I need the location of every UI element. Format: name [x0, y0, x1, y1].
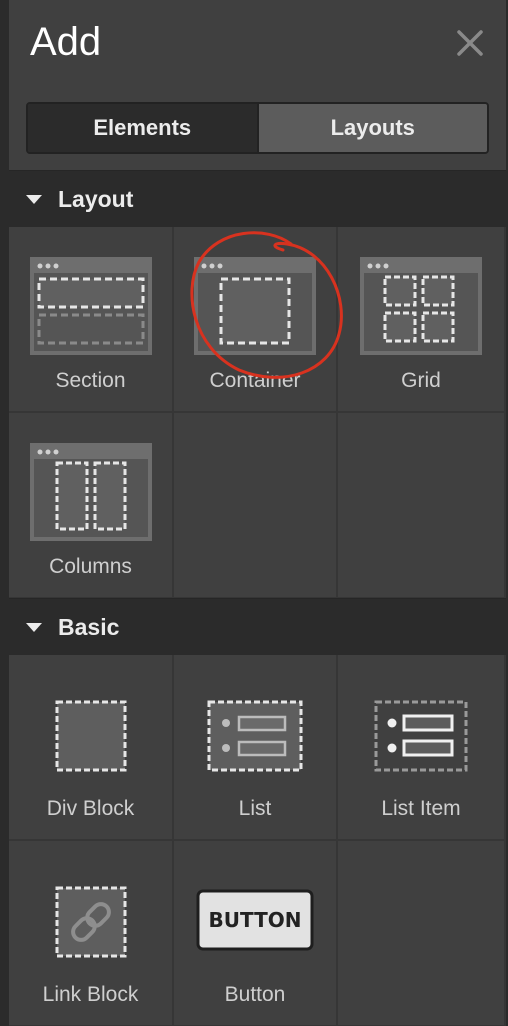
- section-title: Layout: [58, 185, 134, 212]
- close-icon[interactable]: [453, 26, 487, 60]
- list-icon: [206, 699, 304, 778]
- empty-cell: [338, 413, 506, 599]
- element-container[interactable]: Container: [174, 227, 338, 413]
- element-label: List Item: [381, 797, 461, 820]
- container-icon: [194, 257, 316, 360]
- caret-down-icon: [26, 194, 42, 204]
- add-panel: Add Elements Layouts Layout Section Cont…: [0, 0, 508, 1026]
- div-block-icon: [54, 699, 128, 778]
- section-title: Basic: [58, 613, 120, 640]
- element-label: Button: [224, 983, 286, 1006]
- element-div-block[interactable]: Div Block: [9, 655, 174, 841]
- element-columns[interactable]: Columns: [9, 413, 174, 599]
- section-header-basic[interactable]: Basic: [9, 598, 506, 655]
- caret-down-icon: [26, 622, 42, 632]
- columns-icon: [29, 443, 152, 546]
- element-label: List: [238, 797, 272, 820]
- element-label: Grid: [401, 369, 441, 392]
- panel-header: Add Elements Layouts: [9, 0, 506, 170]
- basic-grid: Div Block List List Item Link Block BUTT…: [9, 655, 506, 1026]
- link-icon: [54, 885, 128, 964]
- element-label: Container: [209, 369, 301, 392]
- button-icon: BUTTON: [196, 889, 314, 956]
- element-label: Div Block: [46, 797, 135, 820]
- layout-grid: Section Container Grid Columns: [9, 227, 506, 599]
- empty-cell: [338, 841, 506, 1026]
- element-section[interactable]: Section: [9, 227, 174, 413]
- element-grid[interactable]: Grid: [338, 227, 506, 413]
- element-list-item[interactable]: List Item: [338, 655, 506, 841]
- element-link-block[interactable]: Link Block: [9, 841, 174, 1026]
- element-button[interactable]: BUTTON Button: [174, 841, 338, 1026]
- element-list[interactable]: List: [174, 655, 338, 841]
- list-item-icon: [373, 699, 469, 778]
- tab-elements[interactable]: Elements: [28, 104, 257, 152]
- section-header-layout[interactable]: Layout: [9, 170, 506, 227]
- element-label: Columns: [49, 555, 132, 578]
- element-label: Link Block: [42, 983, 139, 1006]
- grid-icon: [360, 257, 482, 360]
- tab-bar: Elements Layouts: [26, 102, 489, 154]
- button-icon-text: BUTTON: [208, 908, 302, 932]
- element-label: Section: [55, 369, 126, 392]
- section-icon: [29, 257, 152, 360]
- empty-cell: [174, 413, 338, 599]
- tab-layouts[interactable]: Layouts: [256, 104, 487, 152]
- panel-title: Add: [30, 20, 102, 64]
